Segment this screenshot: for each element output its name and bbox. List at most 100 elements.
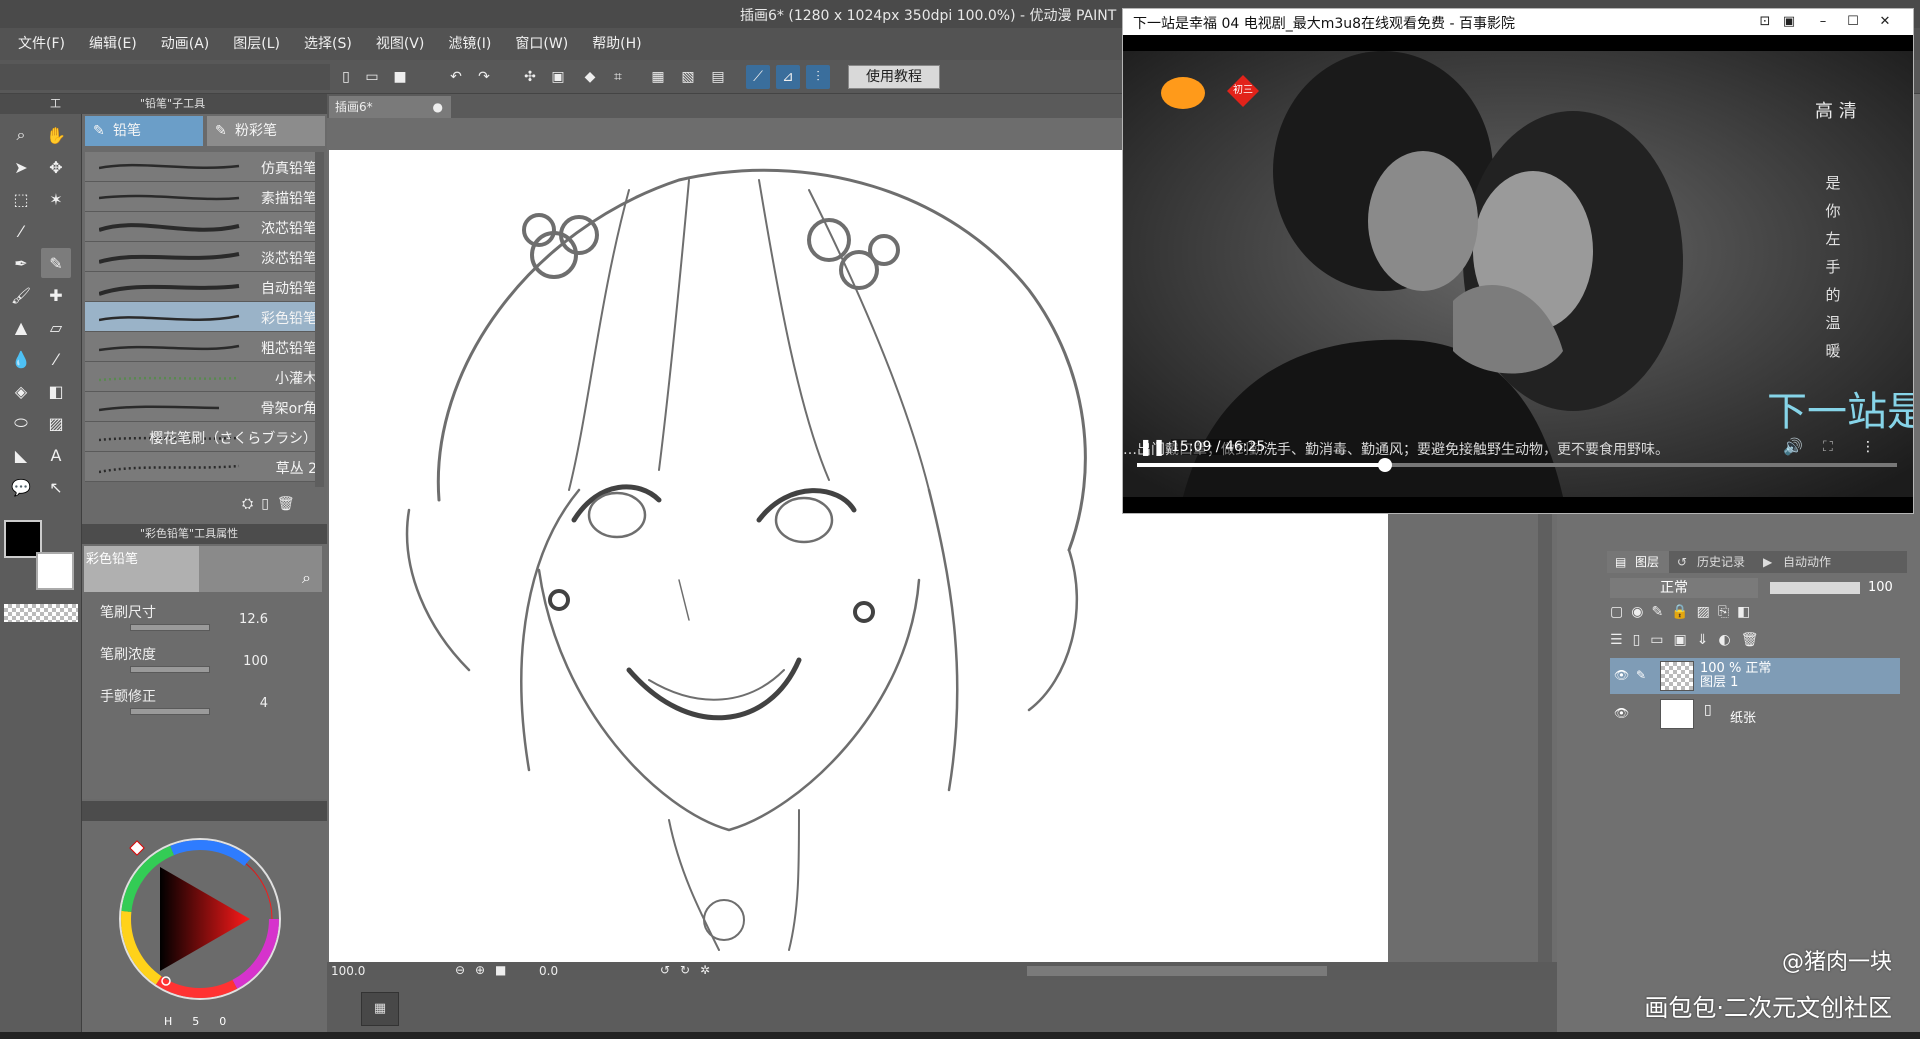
eyedropper-icon[interactable]: ⁄ xyxy=(6,216,36,246)
mask-icon[interactable]: ◧ xyxy=(1737,604,1750,626)
decoration-icon[interactable]: ✚ xyxy=(41,280,71,310)
brush-size-value[interactable]: 12.6 xyxy=(222,612,268,627)
brush-size-slider[interactable] xyxy=(130,624,210,631)
angle-value[interactable]: 0.0 xyxy=(539,964,558,978)
marquee-icon[interactable]: ⬚ xyxy=(6,184,36,214)
subtool-tab-pencil[interactable]: ✎ 铅笔 xyxy=(85,116,203,146)
color-triangle[interactable] xyxy=(160,867,250,971)
frame-icon[interactable]: ▨ xyxy=(41,408,71,438)
snap-icon[interactable]: ▤ xyxy=(706,65,730,89)
video-frame[interactable]: 初三 高 清 是你左手的温暖 下一站是幸福 xyxy=(1123,51,1913,497)
new-raster-layer-icon[interactable]: ▯ xyxy=(1633,632,1641,654)
eraser-icon[interactable]: ▱ xyxy=(41,312,71,342)
stabilization-slider[interactable] xyxy=(130,708,210,715)
brush-row[interactable]: 小灌木 xyxy=(85,362,321,392)
subtool-copy-icon[interactable]: ▯ xyxy=(261,496,269,518)
horizontal-scrollbar[interactable] xyxy=(1027,966,1327,976)
hand-icon[interactable]: ✋ xyxy=(41,120,71,150)
brush-row[interactable]: 粗芯铅笔 xyxy=(85,332,321,362)
opacity-value[interactable]: 100 xyxy=(1868,580,1893,595)
layer-mask-icon[interactable]: ◐ xyxy=(1718,632,1730,654)
brush-row[interactable]: 浓芯铅笔 xyxy=(85,212,321,242)
menu-select[interactable]: 选择(S) xyxy=(292,28,364,60)
rotate-right-icon[interactable]: ↻ xyxy=(680,963,690,977)
brush-row[interactable]: 草丛 2 xyxy=(85,452,321,482)
lock-layer-icon[interactable]: 🔒 xyxy=(1671,604,1688,626)
brush-row[interactable]: 樱花笔刷（さくらブラシ） xyxy=(85,422,321,452)
menu-view[interactable]: 视图(V) xyxy=(364,28,437,60)
open-folder-icon[interactable]: ▭ xyxy=(360,65,384,89)
redo-icon[interactable]: ↷ xyxy=(472,65,496,89)
zoom-value[interactable]: 100.0 xyxy=(331,964,365,978)
brush-density-value[interactable]: 100 xyxy=(222,654,268,669)
clip-icon[interactable]: ⎘ xyxy=(1718,604,1729,626)
hue-handle[interactable] xyxy=(129,840,145,856)
blend-icon[interactable]: 💧 xyxy=(6,344,36,374)
undo-icon[interactable]: ↶ xyxy=(444,65,468,89)
brush-row[interactable]: 自动铅笔 xyxy=(85,272,321,302)
layer-row-1[interactable]: 👁 ✎ 100 % 正常 图层 1 xyxy=(1610,658,1900,694)
transform-icon[interactable]: ✣ xyxy=(518,65,542,89)
tutorial-button[interactable]: 使用教程 xyxy=(848,65,940,89)
menu-filter[interactable]: 滤镜(I) xyxy=(436,28,503,60)
magic-wand-icon[interactable]: ✶ xyxy=(41,184,71,214)
new-vector-layer-icon[interactable]: ▭ xyxy=(1650,632,1663,654)
minimize-icon[interactable]: – xyxy=(1813,12,1833,32)
text-icon[interactable]: A xyxy=(41,440,71,470)
menu-layer[interactable]: 图层(L) xyxy=(221,28,292,60)
balloon-icon[interactable]: 💬 xyxy=(6,472,36,502)
snap-special-ruler-icon[interactable]: ⊿ xyxy=(776,65,800,89)
brush-row[interactable]: 素描铅笔 xyxy=(85,182,321,212)
layer-color-icon[interactable]: ▢ xyxy=(1610,604,1623,626)
maximize-icon[interactable]: ☐ xyxy=(1843,12,1863,32)
visibility-eye-icon[interactable]: 👁 xyxy=(1614,668,1630,684)
move-layer-icon[interactable]: ✥ xyxy=(41,152,71,182)
draft-layer-icon[interactable]: ✎ xyxy=(1651,604,1663,626)
sub-color-swatch[interactable] xyxy=(36,552,74,590)
layer-stack-icon[interactable]: ☰ xyxy=(1610,632,1623,654)
save-icon[interactable]: ■ xyxy=(388,65,412,89)
tab-history[interactable]: ↺ 历史记录 xyxy=(1669,551,1755,573)
zoom-icon[interactable]: ⌕ xyxy=(6,120,36,150)
brush-row[interactable]: 彩色铅笔 xyxy=(85,302,321,332)
ruler-icon[interactable]: ▧ xyxy=(676,65,700,89)
more-options-icon[interactable]: ⋮ xyxy=(1861,439,1875,455)
brush-list-scrollbar[interactable] xyxy=(315,152,324,487)
correct-icon[interactable]: ↖ xyxy=(41,472,71,502)
menu-window[interactable]: 窗口(W) xyxy=(503,28,580,60)
subtool-delete-icon[interactable]: 🗑 xyxy=(277,496,295,518)
mini-mode-icon[interactable]: ▣ xyxy=(1779,12,1799,32)
brush-row[interactable]: 骨架or角 xyxy=(85,392,321,422)
pause-icon[interactable]: ❚❚ xyxy=(1139,437,1166,456)
zoom-out-icon[interactable]: ⊖ xyxy=(455,963,465,977)
layer-row-paper[interactable]: 👁 ▯ 纸张 xyxy=(1610,696,1900,732)
rotate-left-icon[interactable]: ↺ xyxy=(660,963,670,977)
menu-animation[interactable]: 动画(A) xyxy=(149,28,222,60)
video-progress-knob[interactable] xyxy=(1377,458,1392,472)
crop-icon[interactable]: ⌗ xyxy=(606,65,630,89)
magnifier-icon[interactable]: ⌕ xyxy=(302,568,311,588)
tab-layers[interactable]: ▤ 图层 xyxy=(1607,551,1670,573)
snap-ruler-icon[interactable]: ⟋ xyxy=(746,65,770,89)
brush-icon[interactable]: 🖌 xyxy=(6,280,36,310)
transparent-color-swatch[interactable] xyxy=(4,604,78,622)
fill-bucket-icon[interactable]: ◈ xyxy=(6,376,36,406)
reference-layer-icon[interactable]: ◉ xyxy=(1631,604,1643,626)
menu-file[interactable]: 文件(F) xyxy=(6,28,77,60)
snap-grid-icon[interactable]: ⫶ xyxy=(806,65,830,89)
tab-close-icon[interactable]: ● xyxy=(433,96,443,118)
subtool-tab-pastel[interactable]: ✎ 粉彩笔 xyxy=(207,116,325,146)
color-wheel[interactable] xyxy=(82,819,327,1039)
operation-icon[interactable]: ➤ xyxy=(6,152,36,182)
fit-icon[interactable]: ■ xyxy=(495,963,506,977)
brush-row[interactable]: 淡芯铅笔 xyxy=(85,242,321,272)
brush-row[interactable]: 仿真铅笔 xyxy=(85,152,321,182)
lock-alpha-icon[interactable]: ▨ xyxy=(1697,604,1710,626)
menu-edit[interactable]: 编辑(E) xyxy=(77,28,149,60)
document-tab[interactable]: 插画6* ● xyxy=(329,96,451,118)
fill-icon[interactable]: ◆ xyxy=(578,65,602,89)
new-folder-icon[interactable]: ▣ xyxy=(1674,632,1687,654)
grid-icon[interactable]: ▦ xyxy=(646,65,670,89)
zoom-in-icon[interactable]: ⊕ xyxy=(475,963,485,977)
fullscreen-icon[interactable]: ⛶ xyxy=(1823,439,1833,455)
